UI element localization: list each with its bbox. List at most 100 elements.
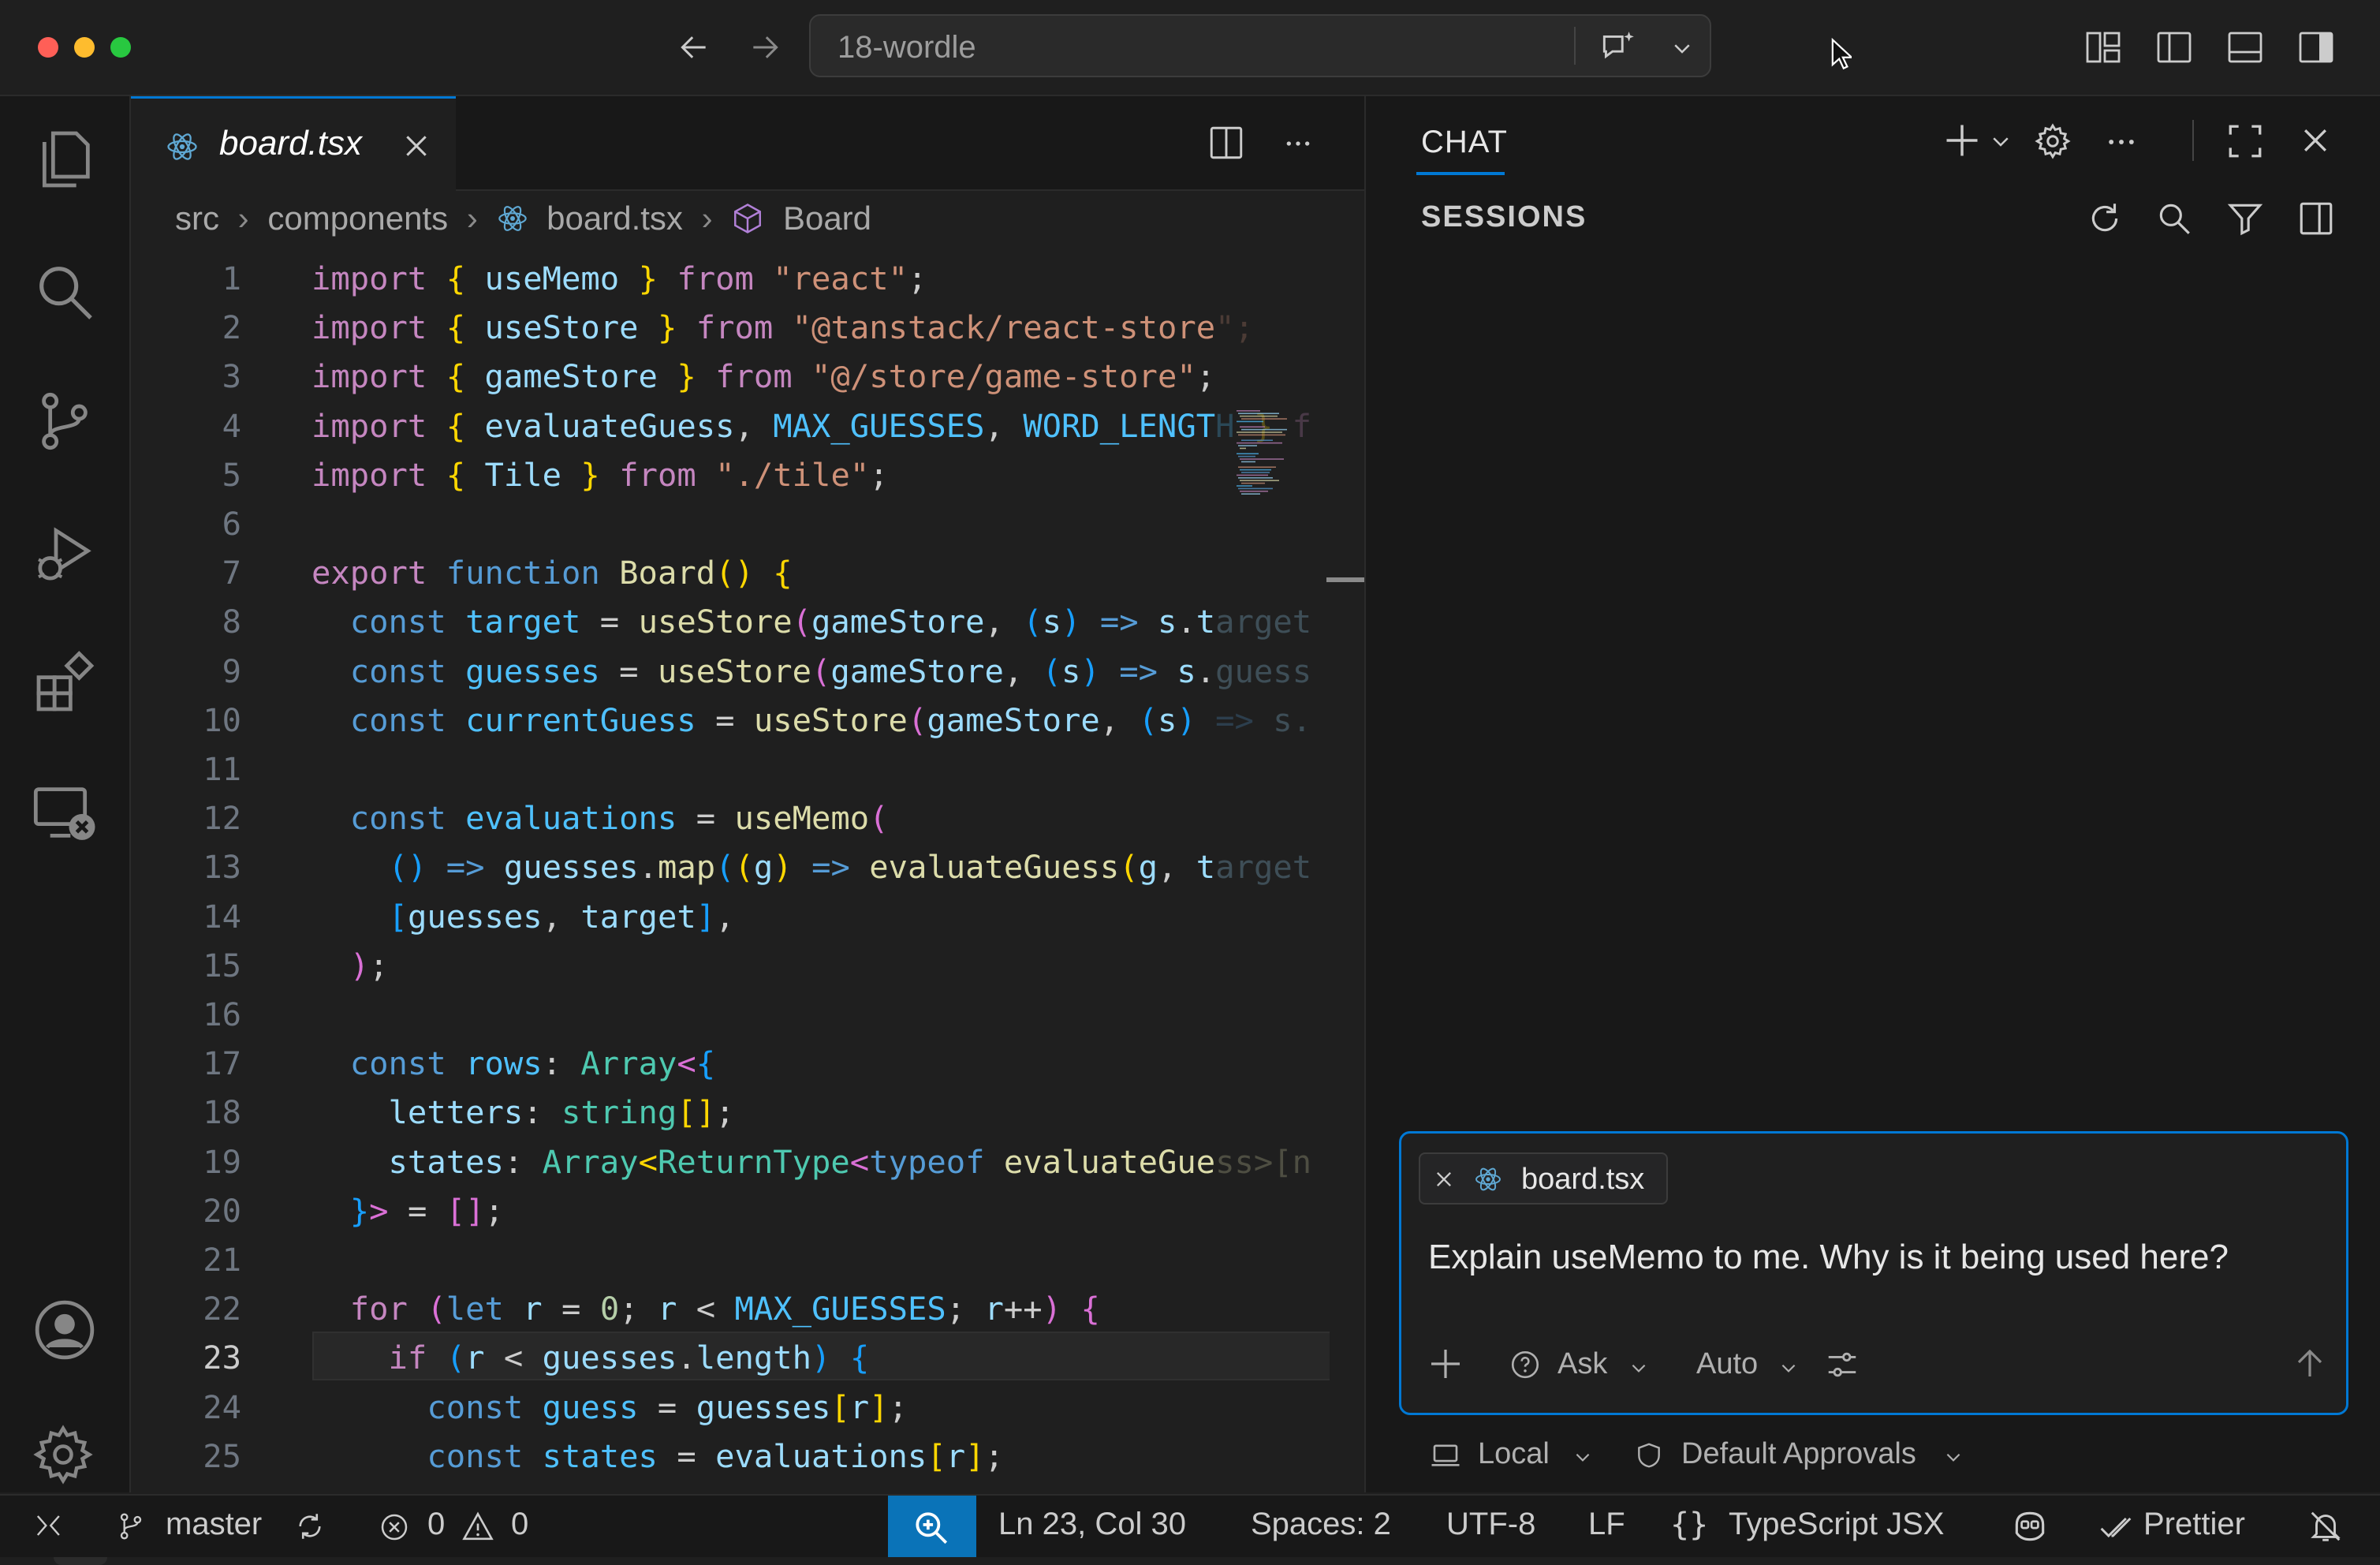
warning-count[interactable]: 0 xyxy=(511,1507,528,1542)
warning-icon[interactable] xyxy=(461,1510,495,1543)
code-line[interactable]: 8 const target = useStore(gameStore, (s)… xyxy=(131,597,1330,646)
search-icon[interactable] xyxy=(30,257,99,327)
chevron-down-icon[interactable] xyxy=(1669,36,1695,60)
maximize-window-button[interactable] xyxy=(110,37,131,58)
attachment-chip[interactable]: board.tsx xyxy=(1419,1152,1668,1205)
chevron-down-icon[interactable] xyxy=(1778,1358,1799,1378)
search-icon[interactable] xyxy=(2154,199,2194,238)
notifications-bell-icon[interactable] xyxy=(2307,1508,2344,1544)
tab-board-tsx[interactable]: board.tsx xyxy=(131,96,456,191)
accounts-icon[interactable] xyxy=(30,1295,99,1365)
add-context-plus-icon[interactable] xyxy=(1427,1345,1464,1383)
customize-layout-icon[interactable] xyxy=(2083,28,2123,66)
source-control-icon[interactable] xyxy=(30,387,99,456)
code-editor[interactable]: 1 import { useMemo } from "react"; 2 import… xyxy=(131,254,1330,1492)
cursor-position[interactable]: Ln 23, Col 30 xyxy=(998,1507,1186,1542)
code-line[interactable]: 20 }> = []; xyxy=(131,1186,1330,1235)
command-center-search[interactable]: 18-wordle xyxy=(809,14,1711,77)
toggle-secondary-sidebar-icon[interactable] xyxy=(2296,28,2336,66)
braces-icon[interactable]: {} xyxy=(1670,1507,1708,1543)
approvals-label[interactable]: Default Approvals xyxy=(1681,1437,1916,1471)
close-icon[interactable] xyxy=(1433,1168,1455,1190)
toggle-sidebar-icon[interactable] xyxy=(2296,199,2336,238)
code-line[interactable]: 3 import { gameStore } from "@/store/game… xyxy=(131,352,1330,401)
code-line[interactable]: 24 const guess = guesses[r]; xyxy=(131,1383,1330,1432)
code-line[interactable]: 16 xyxy=(131,990,1330,1039)
code-line[interactable]: 5 import { Tile } from "./tile"; xyxy=(131,450,1330,499)
maximize-icon[interactable] xyxy=(2225,121,2265,161)
chat-title[interactable]: CHAT xyxy=(1421,125,1508,160)
code-line[interactable]: 23 if (r < guesses.length) { xyxy=(131,1333,1330,1382)
close-icon[interactable] xyxy=(2298,123,2333,158)
explorer-files-icon[interactable] xyxy=(30,125,99,194)
code-line[interactable]: 6 xyxy=(131,499,1330,548)
session-location-label[interactable]: Local xyxy=(1478,1437,1550,1471)
branch-icon[interactable] xyxy=(115,1510,147,1543)
chat-input-box[interactable]: board.tsx Explain useMemo to me. Why is … xyxy=(1399,1131,2348,1415)
model-picker-label[interactable]: Auto xyxy=(1696,1347,1758,1381)
refresh-icon[interactable] xyxy=(2085,199,2124,238)
split-editor-icon[interactable] xyxy=(1207,123,1246,162)
send-arrow-up-icon[interactable] xyxy=(2291,1345,2329,1383)
mode-picker-label[interactable]: Ask xyxy=(1557,1347,1607,1381)
code-line[interactable]: 12 const evaluations = useMemo( xyxy=(131,794,1330,842)
close-window-button[interactable] xyxy=(38,37,58,58)
code-line[interactable]: 11 xyxy=(131,745,1330,794)
code-line[interactable]: 14 [guesses, target], xyxy=(131,892,1330,941)
shield-icon[interactable] xyxy=(1634,1440,1664,1470)
code-line[interactable]: 15 ); xyxy=(131,941,1330,990)
code-line[interactable]: 2 import { useStore } from "@tanstack/rea… xyxy=(131,303,1330,352)
scrollbar-position-marker[interactable] xyxy=(1326,577,1364,582)
code-line[interactable]: 7 export function Board() { xyxy=(131,548,1330,597)
configure-tools-icon[interactable] xyxy=(1824,1346,1860,1383)
back-arrow-icon[interactable] xyxy=(675,30,713,65)
code-line[interactable]: 26 xyxy=(131,1481,1330,1492)
minimap[interactable] xyxy=(1235,409,1328,582)
code-line[interactable]: 19 states: Array<ReturnType<typeof evalu… xyxy=(131,1137,1330,1186)
chevron-down-icon[interactable] xyxy=(1989,129,2013,153)
more-actions-icon[interactable] xyxy=(1281,128,1315,159)
filter-icon[interactable] xyxy=(2225,199,2265,238)
new-chat-plus-icon[interactable] xyxy=(1942,120,1983,161)
minimize-window-button[interactable] xyxy=(74,37,95,58)
chevron-down-icon[interactable] xyxy=(1628,1358,1649,1378)
extensions-icon[interactable] xyxy=(30,648,99,718)
check-double-icon[interactable] xyxy=(2098,1510,2134,1544)
code-line[interactable]: 9 const guesses = useStore(gameStore, (s… xyxy=(131,647,1330,696)
code-line[interactable]: 25 const states = evaluations[r]; xyxy=(131,1432,1330,1481)
laptop-icon[interactable] xyxy=(1429,1439,1462,1472)
sync-icon[interactable] xyxy=(293,1510,326,1543)
code-line[interactable]: 18 letters: string[]; xyxy=(131,1088,1330,1137)
code-line[interactable]: 4 import { evaluateGuess, MAX_GUESSES, WO… xyxy=(131,402,1330,450)
code-line[interactable]: 21 xyxy=(131,1235,1330,1284)
formatter[interactable]: Prettier xyxy=(2143,1507,2245,1542)
ask-mode-icon[interactable] xyxy=(1509,1348,1542,1381)
chevron-down-icon[interactable] xyxy=(1943,1447,1964,1467)
remote-explorer-icon[interactable] xyxy=(30,778,99,847)
close-icon[interactable] xyxy=(401,130,432,162)
run-and-debug-icon[interactable] xyxy=(30,519,99,588)
zoom-status-item[interactable] xyxy=(888,1496,976,1557)
code-line[interactable]: 17 const rows: Array<{ xyxy=(131,1039,1330,1088)
chat-sparkle-icon[interactable] xyxy=(1595,28,1640,68)
breadcrumb-item-symbol[interactable]: Board xyxy=(783,200,871,237)
breadcrumb-item-components[interactable]: components xyxy=(267,200,448,237)
branch-name[interactable]: master xyxy=(166,1507,262,1542)
breadcrumb-item-src[interactable]: src xyxy=(175,200,219,237)
error-count[interactable]: 0 xyxy=(427,1507,445,1542)
breadcrumb-item-file[interactable]: board.tsx xyxy=(547,200,683,237)
chat-prompt-text[interactable]: Explain useMemo to me. Why is it being u… xyxy=(1428,1238,2229,1277)
gear-icon[interactable] xyxy=(2033,121,2072,161)
toggle-primary-sidebar-icon[interactable] xyxy=(2154,28,2194,66)
end-of-line[interactable]: LF xyxy=(1588,1507,1625,1542)
chevron-down-icon[interactable] xyxy=(1572,1447,1593,1467)
code-line[interactable]: 22 for (let r = 0; r < MAX_GUESSES; r++)… xyxy=(131,1284,1330,1333)
toggle-panel-icon[interactable] xyxy=(2225,28,2265,66)
copilot-icon[interactable] xyxy=(2009,1507,2050,1546)
error-icon[interactable] xyxy=(379,1511,410,1543)
language-mode[interactable]: TypeScript JSX xyxy=(1729,1507,1944,1542)
indentation[interactable]: Spaces: 2 xyxy=(1251,1507,1391,1542)
remote-indicator-icon[interactable] xyxy=(32,1511,63,1543)
encoding[interactable]: UTF-8 xyxy=(1446,1507,1535,1542)
code-line[interactable]: 13 () => guesses.map((g) => evaluateGues… xyxy=(131,842,1330,891)
